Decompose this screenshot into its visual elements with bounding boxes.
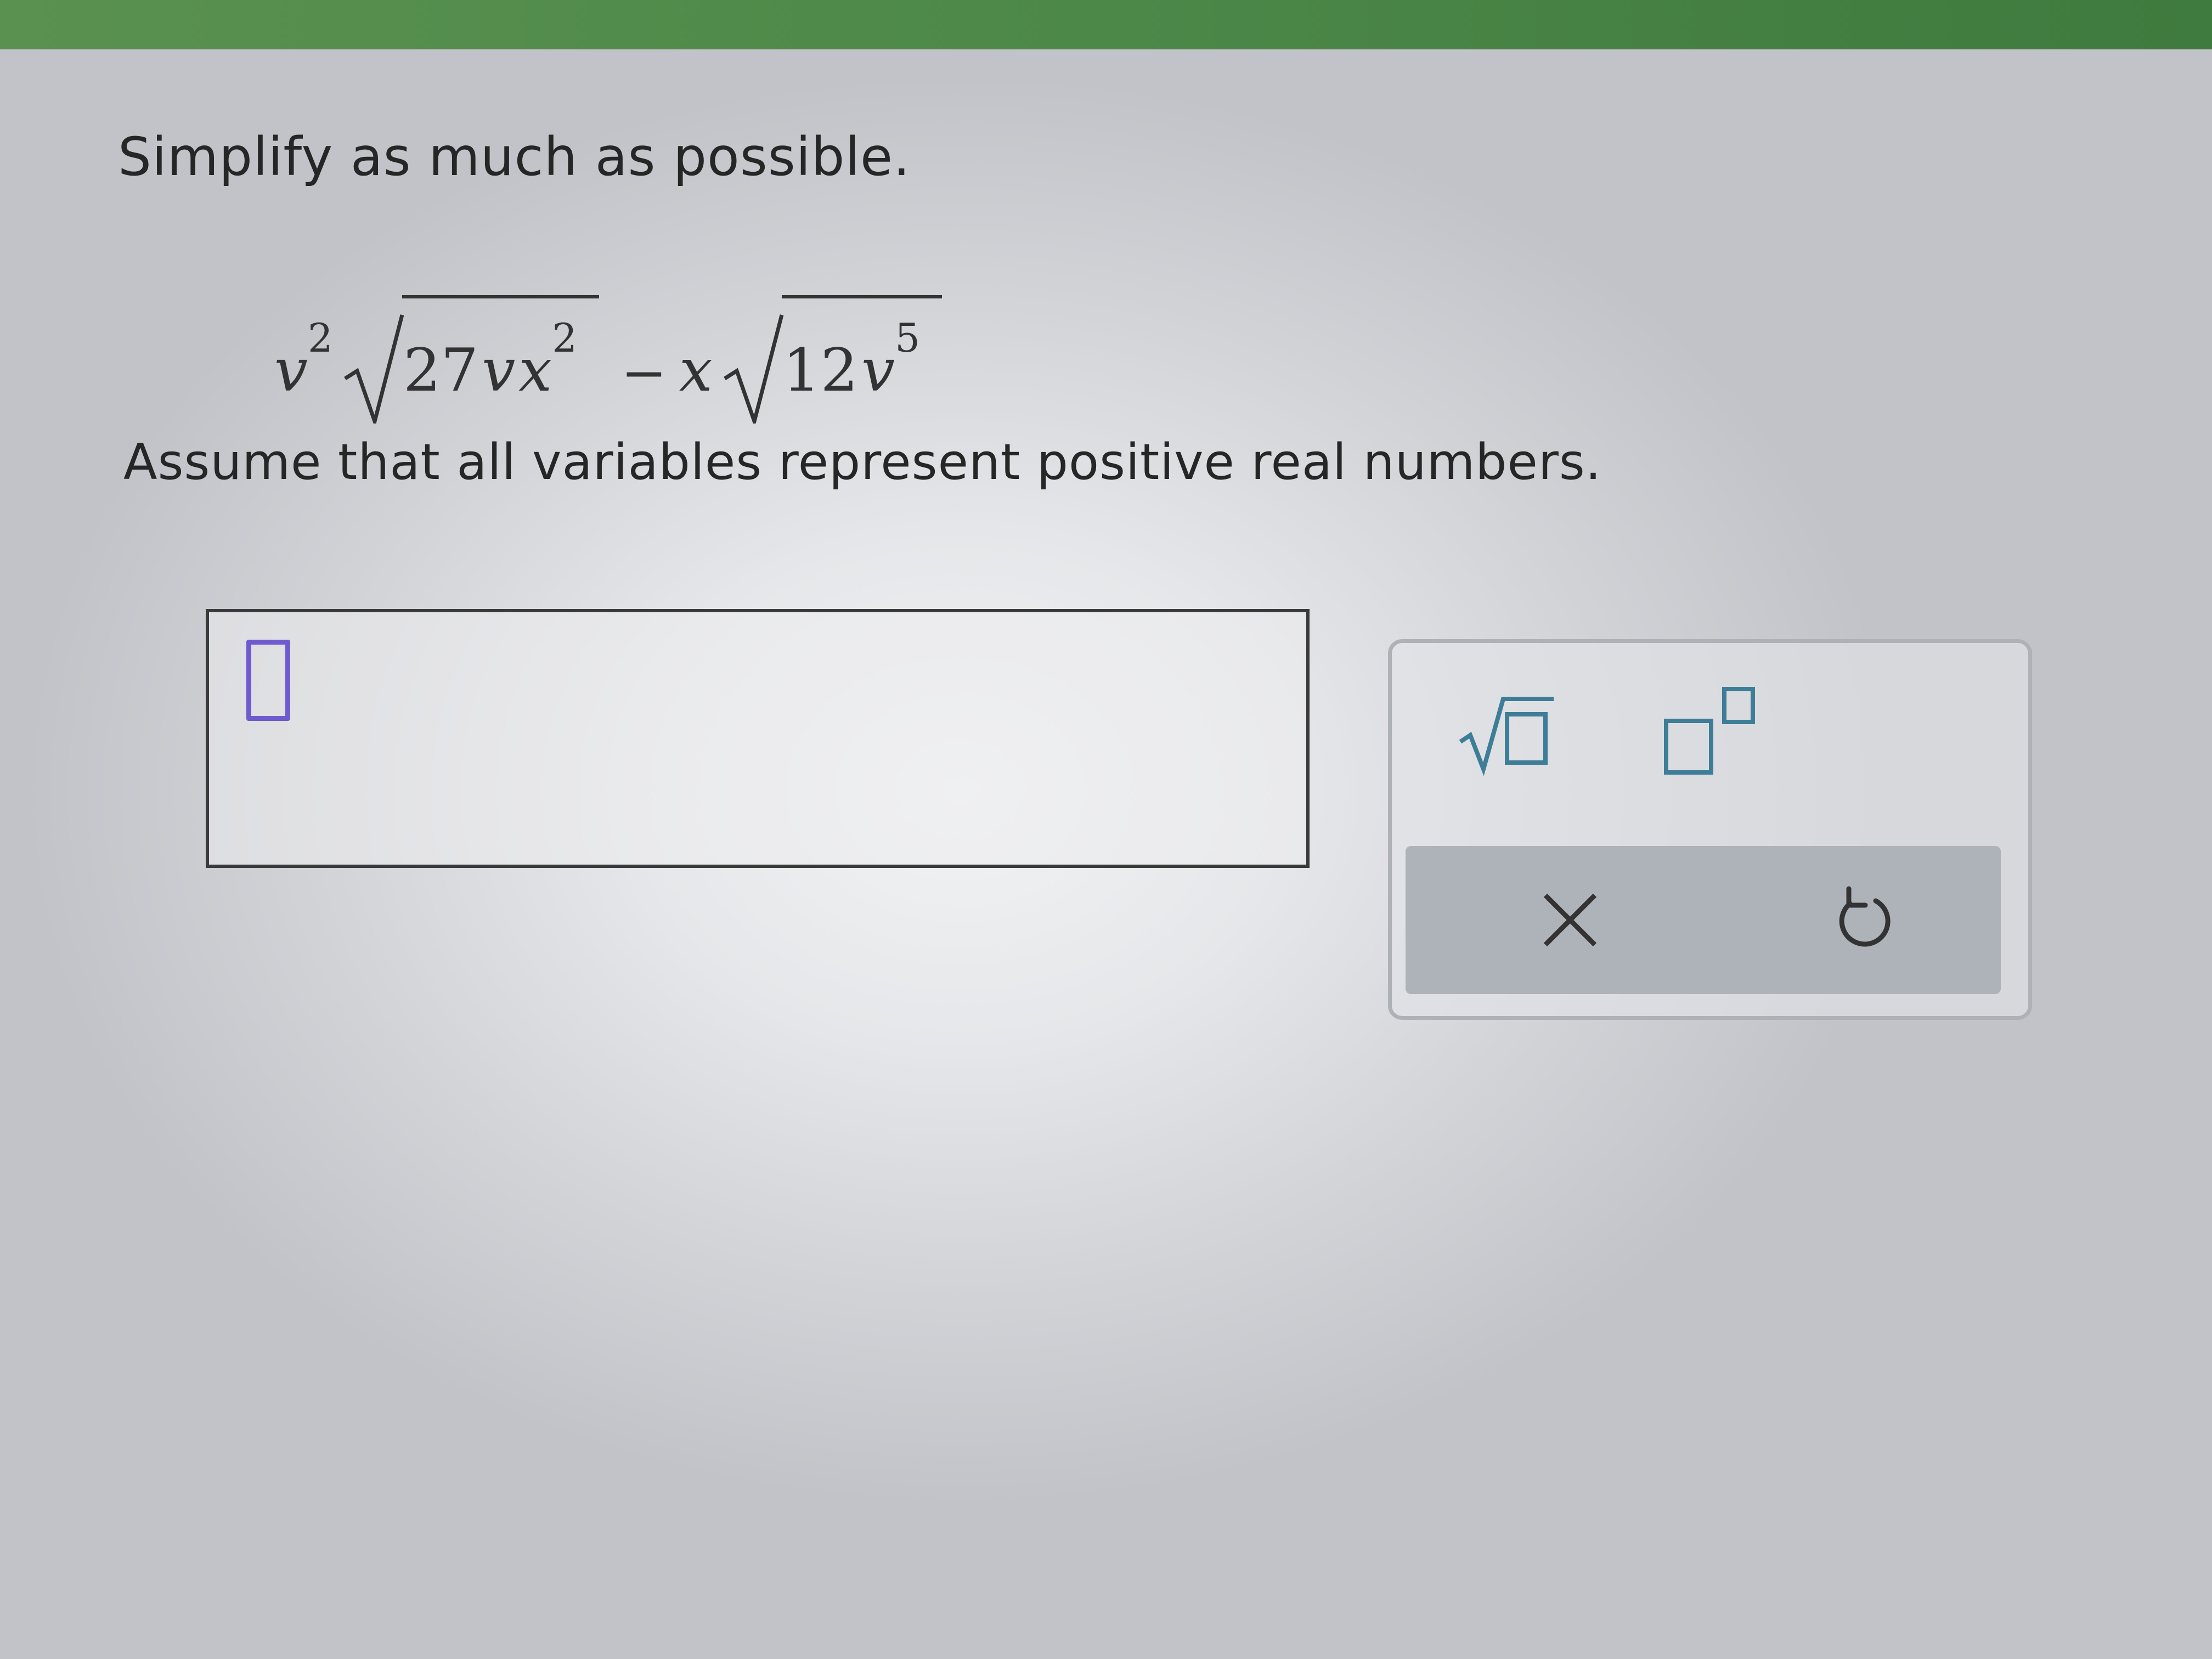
superscript-button[interactable]	[1655, 681, 1765, 780]
assumption-note: Assume that all variables represent posi…	[123, 433, 1602, 491]
keypad-action-row	[1406, 846, 2001, 994]
radical-sign-icon	[343, 314, 404, 424]
term2-radical: 12 v 5	[723, 295, 942, 424]
term2-coefficient-variable: x	[679, 336, 713, 405]
term1-coefficient-variable: v	[274, 336, 308, 405]
square-root-icon	[1459, 697, 1554, 776]
math-keypad	[1388, 639, 2032, 1020]
clear-button[interactable]	[1532, 882, 1609, 958]
term1-radicand-number: 27	[403, 336, 479, 405]
term2-radicand-number: 12	[782, 336, 859, 405]
undo-button[interactable]	[1822, 879, 1905, 961]
input-cursor-placeholder	[246, 640, 290, 721]
term1-radicand-variable-x: x	[518, 336, 552, 405]
answer-input[interactable]	[206, 609, 1310, 868]
term1-coefficient-exponent: 2	[308, 315, 333, 361]
term2-radicand-exponent: 5	[895, 315, 920, 361]
term1-radicand-variable-v: v	[482, 336, 516, 405]
minus-operator: −	[621, 341, 667, 405]
question-instruction: Simplify as much as possible.	[118, 126, 911, 188]
term2-radicand-variable-v: v	[861, 336, 895, 405]
square-root-button[interactable]	[1455, 687, 1559, 780]
radical-sign-icon	[723, 314, 784, 424]
radical-vinculum	[781, 295, 942, 298]
clear-icon	[1543, 893, 1597, 947]
radical-vinculum	[402, 295, 600, 298]
math-expression: v 2 27 v x 2 − x 12 v 5	[274, 274, 942, 424]
superscript-icon	[1664, 687, 1755, 775]
term1-radicand-exponent: 2	[552, 315, 578, 361]
undo-icon	[1839, 886, 1891, 947]
term1-radical: 27 v x 2	[343, 295, 600, 424]
